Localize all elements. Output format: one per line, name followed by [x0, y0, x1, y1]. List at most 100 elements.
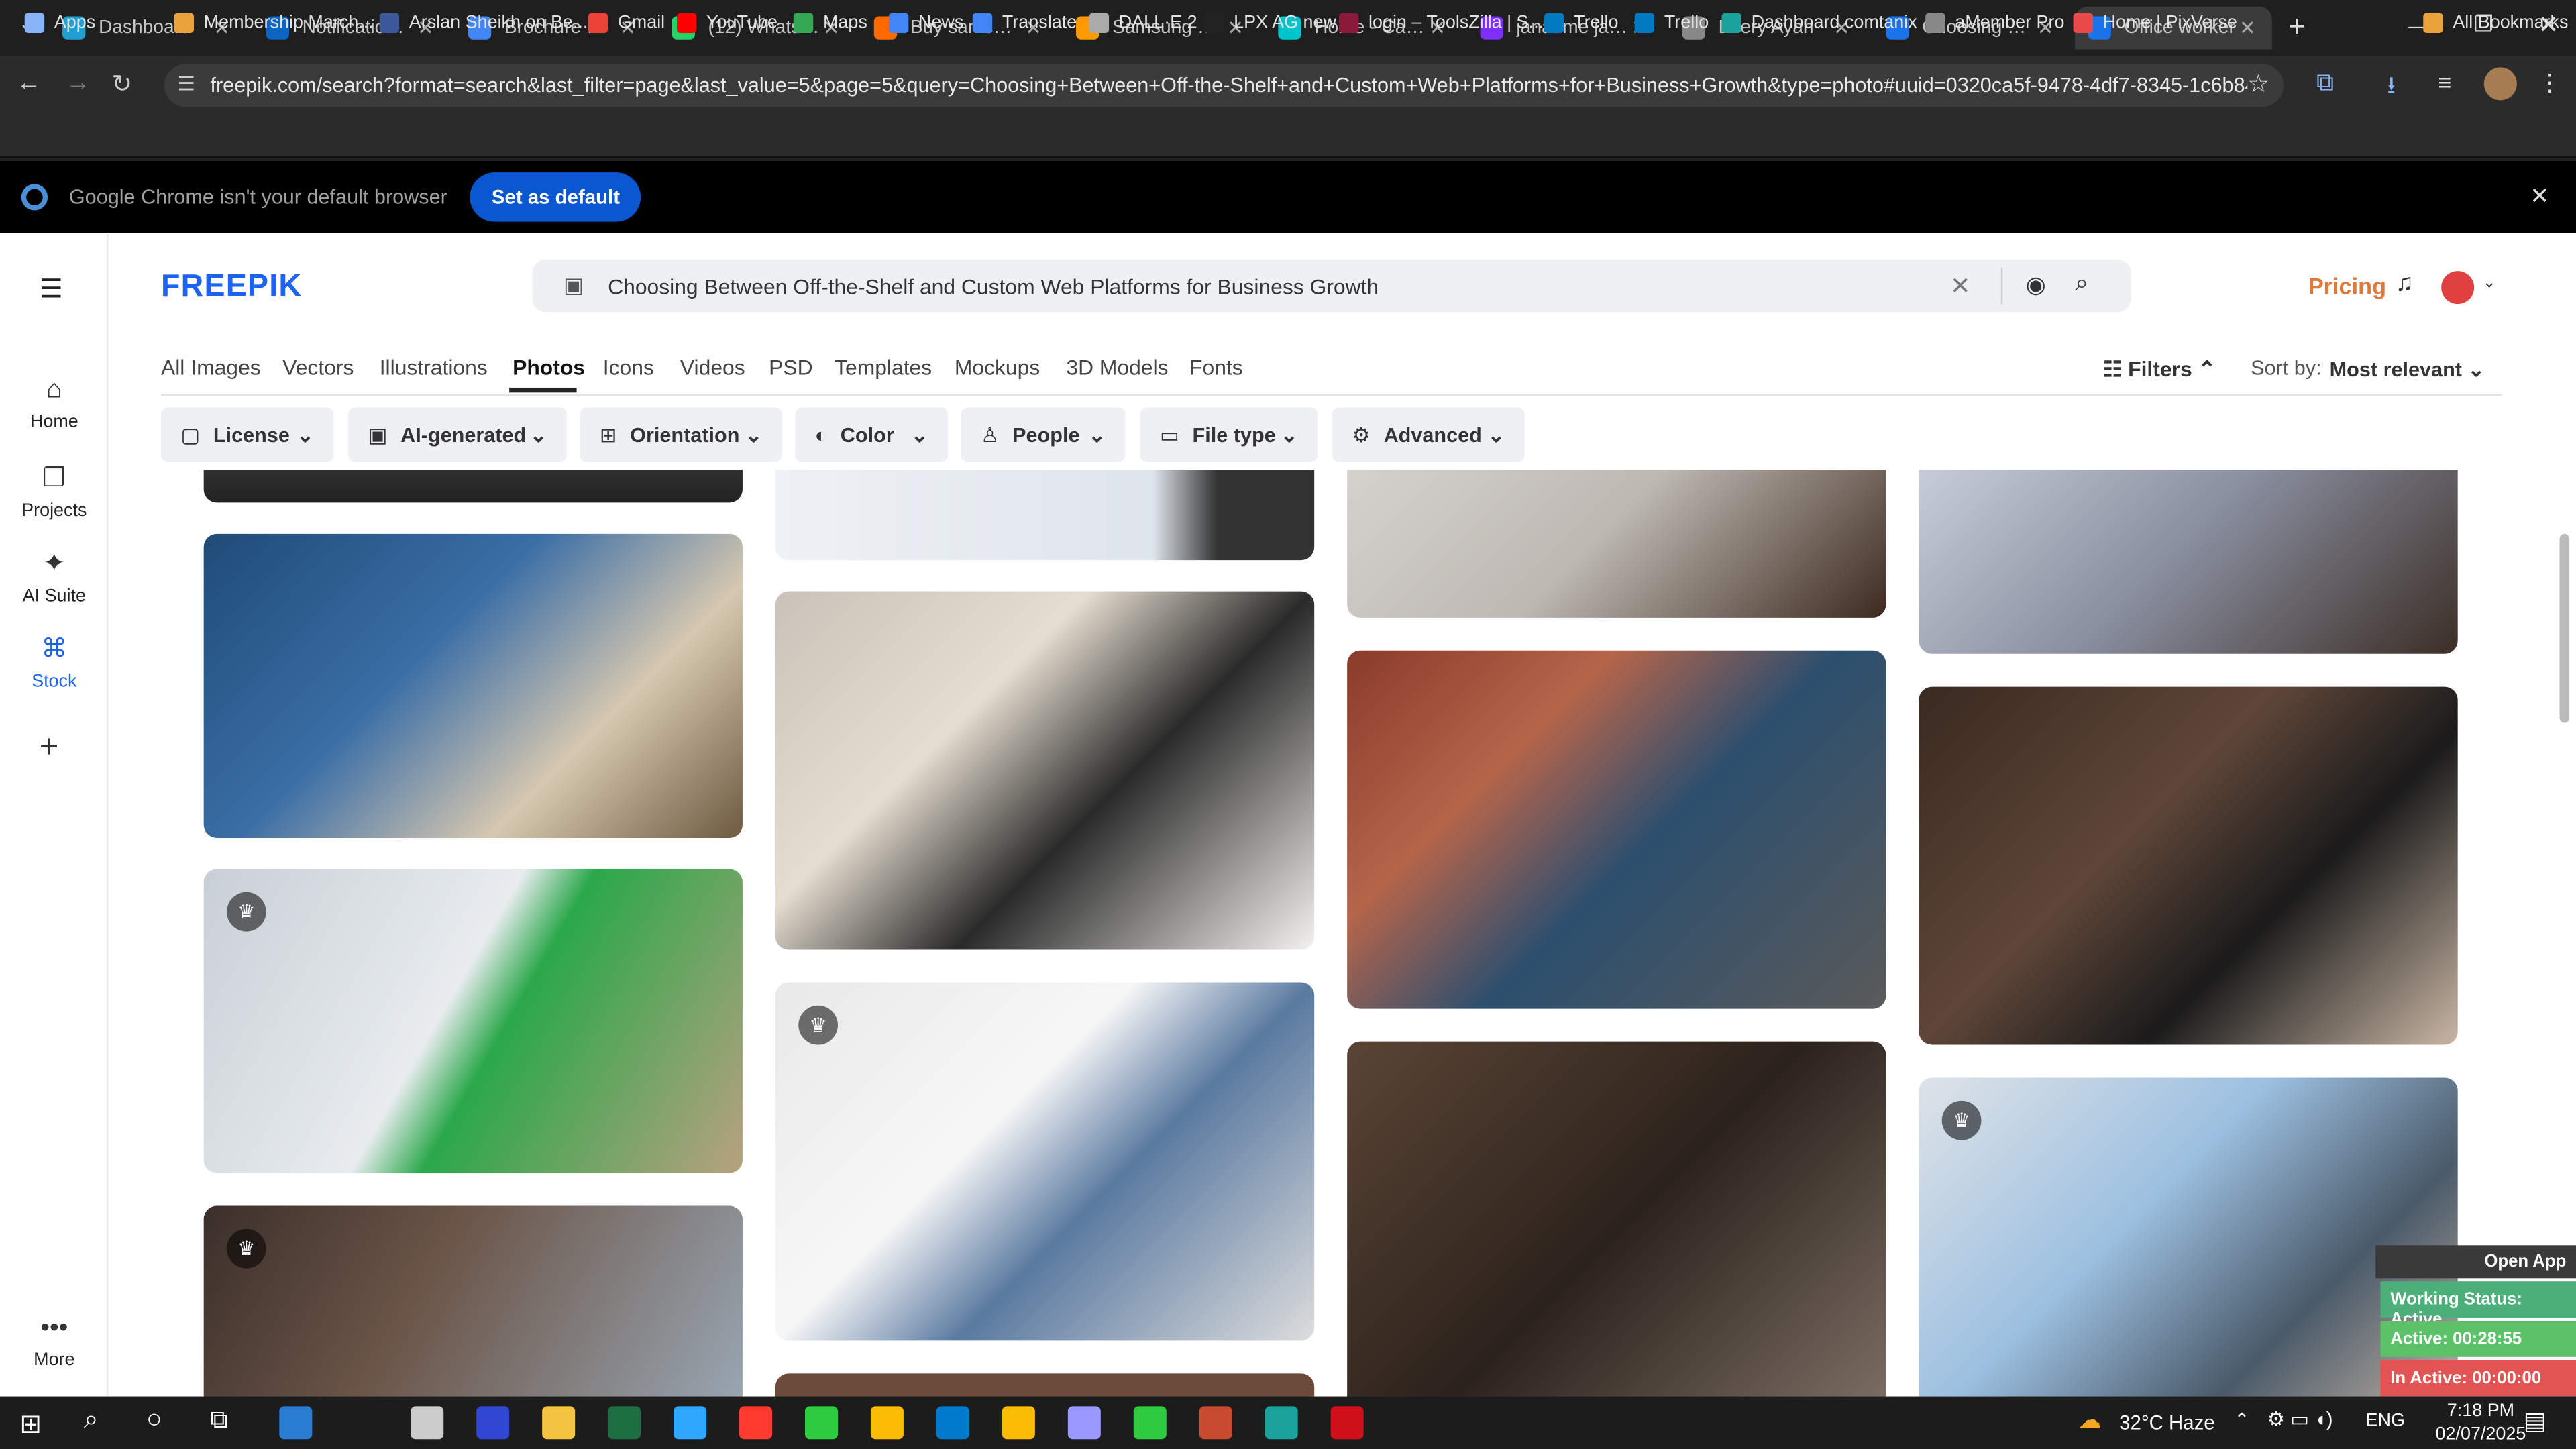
- nav-home[interactable]: ⌂ Home: [0, 376, 109, 432]
- nav-ai-suite[interactable]: ✦ AI Suite: [0, 547, 109, 606]
- pricing-link[interactable]: Pricing: [2308, 273, 2386, 299]
- taskbar-app-icon[interactable]: [1002, 1406, 1035, 1440]
- filter-dropdown[interactable]: ▣ AI-generated ⌄: [348, 407, 567, 462]
- taskbar-app-icon[interactable]: [411, 1406, 444, 1440]
- category-tab[interactable]: All Images: [161, 355, 261, 380]
- result-image[interactable]: ♛: [203, 869, 743, 1173]
- media-icon[interactable]: ≡: [2438, 69, 2451, 95]
- search-icon[interactable]: ⌕: [2075, 270, 2089, 298]
- taskbar-app-icon[interactable]: [1199, 1406, 1232, 1440]
- bookmark-item[interactable]: All Bookmarks: [2423, 10, 2568, 36]
- category-tab[interactable]: 3D Models: [1066, 355, 1168, 380]
- category-tab[interactable]: Illustrations: [380, 355, 488, 380]
- bookmark-item[interactable]: Membership March...: [174, 10, 374, 36]
- taskbar-search-icon[interactable]: ⌕: [84, 1406, 99, 1436]
- taskbar-app-icon[interactable]: [1265, 1406, 1298, 1440]
- category-tab[interactable]: Vectors: [282, 355, 354, 380]
- task-view-icon[interactable]: ⧉: [210, 1406, 227, 1434]
- clear-search-icon[interactable]: ✕: [1950, 271, 1971, 301]
- user-avatar[interactable]: [2441, 271, 2475, 305]
- result-image[interactable]: [203, 533, 743, 838]
- bookmark-item[interactable]: Trello: [1634, 10, 1709, 36]
- category-tab[interactable]: Fonts: [1189, 355, 1243, 380]
- tab-close-icon[interactable]: ✕: [2236, 16, 2259, 39]
- filter-dropdown[interactable]: ⊞ Orientation ⌄: [580, 407, 782, 462]
- site-info-icon[interactable]: ☰: [177, 72, 195, 95]
- filter-dropdown[interactable]: ▢ License ⌄: [161, 407, 334, 462]
- bookmark-item[interactable]: Translate: [972, 10, 1077, 36]
- freepik-logo[interactable]: FREEPIK: [161, 270, 302, 306]
- taskbar-app-icon[interactable]: [870, 1406, 904, 1440]
- result-image[interactable]: ♛: [775, 982, 1315, 1341]
- taskbar-app-icon[interactable]: [936, 1406, 969, 1440]
- notifications-bell-icon[interactable]: ♫: [2396, 270, 2414, 298]
- page-scrollbar-thumb[interactable]: [2559, 533, 2570, 723]
- infobar-close-icon[interactable]: ✕: [2530, 182, 2549, 211]
- bookmark-item[interactable]: LPX AG new: [1204, 10, 1336, 36]
- profile-avatar[interactable]: [2483, 67, 2517, 101]
- bookmark-item[interactable]: login – ToolsZilla | S...: [1338, 10, 1544, 36]
- bookmark-item[interactable]: aMember Pro: [1925, 10, 2064, 36]
- bookmark-item[interactable]: Gmail: [588, 10, 665, 36]
- bookmark-item[interactable]: Home | PixVerse: [2073, 10, 2237, 36]
- result-image[interactable]: [1347, 1041, 1886, 1397]
- back-icon[interactable]: ←: [16, 69, 41, 97]
- language-indicator[interactable]: ENG: [2366, 1411, 2405, 1431]
- bookmark-star-icon[interactable]: ☆: [2247, 69, 2269, 99]
- bookmark-item[interactable]: News: [888, 10, 963, 36]
- taskbar-app-icon[interactable]: [674, 1406, 707, 1440]
- tray-icons[interactable]: ⚙ ▭ ◖): [2267, 1408, 2333, 1431]
- result-image[interactable]: [775, 1373, 1315, 1397]
- category-tab[interactable]: Photos: [513, 355, 585, 380]
- category-tab[interactable]: PSD: [769, 355, 812, 380]
- filters-toggle[interactable]: ☷ Filters ⌃: [2103, 356, 2216, 382]
- bookmark-item[interactable]: DALL·E 2: [1089, 10, 1197, 36]
- filter-dropdown[interactable]: ▭ File type ⌄: [1140, 407, 1318, 462]
- result-image[interactable]: [1347, 470, 1886, 618]
- taskbar-app-icon[interactable]: [1330, 1406, 1364, 1440]
- add-icon[interactable]: +: [40, 729, 59, 767]
- result-image[interactable]: [203, 470, 743, 503]
- set-default-button[interactable]: Set as default: [470, 172, 641, 222]
- avatar-chevron-icon[interactable]: ⌄: [2482, 274, 2496, 292]
- nav-stock[interactable]: ⌘ Stock: [0, 633, 109, 692]
- open-app-button[interactable]: Open App: [2375, 1245, 2576, 1279]
- tray-chevron-icon[interactable]: ⌃: [2235, 1409, 2250, 1431]
- result-image[interactable]: [1919, 686, 2458, 1045]
- download-icon[interactable]: ⭳: [2387, 69, 2396, 110]
- taskbar-app-icon[interactable]: [805, 1406, 838, 1440]
- hamburger-icon[interactable]: ☰: [40, 273, 63, 306]
- taskbar-app-icon[interactable]: [608, 1406, 641, 1440]
- notification-center-icon[interactable]: ▤: [2524, 1406, 2547, 1436]
- taskbar-app-icon[interactable]: [476, 1406, 510, 1440]
- nav-projects[interactable]: ❐ Projects: [0, 462, 109, 521]
- nav-more[interactable]: ••• More: [0, 1314, 109, 1370]
- taskbar-app-icon[interactable]: [542, 1406, 576, 1440]
- bookmark-item[interactable]: Dashboard comtanix: [1721, 10, 1917, 36]
- bookmark-item[interactable]: Maps: [793, 10, 867, 36]
- address-bar[interactable]: freepik.com/search?format=search&last_fi…: [164, 64, 2284, 107]
- taskbar-app-icon[interactable]: [1133, 1406, 1167, 1440]
- camera-search-icon[interactable]: ◉: [2026, 271, 2046, 299]
- result-image[interactable]: [775, 470, 1315, 561]
- sort-dropdown[interactable]: Most relevant ⌄: [2330, 356, 2485, 381]
- filter-dropdown[interactable]: ♙ People ⌄: [961, 407, 1126, 462]
- filter-dropdown[interactable]: ⚙ Advanced ⌄: [1332, 407, 1525, 462]
- new-tab-button[interactable]: +: [2288, 10, 2318, 43]
- search-input[interactable]: Choosing Between Off-the-Shelf and Custo…: [608, 274, 1379, 299]
- bookmark-item[interactable]: Trello: [1544, 10, 1619, 36]
- result-image[interactable]: [1347, 650, 1886, 1009]
- clock-date[interactable]: 02/07/2025: [2433, 1424, 2528, 1444]
- category-tab[interactable]: Icons: [603, 355, 654, 380]
- bookmark-item[interactable]: YouTube: [676, 10, 777, 36]
- filter-dropdown[interactable]: ◐ Color ⌄: [795, 407, 949, 462]
- cortana-icon[interactable]: ○: [146, 1406, 162, 1436]
- category-tab[interactable]: Mockups: [955, 355, 1040, 380]
- extensions-icon[interactable]: ⧉: [2316, 69, 2334, 97]
- result-image[interactable]: [1919, 470, 2458, 654]
- windows-start-icon[interactable]: ⊞: [19, 1408, 42, 1441]
- taskbar-app-icon[interactable]: [1067, 1406, 1101, 1440]
- bookmark-item[interactable]: Apps: [24, 10, 95, 36]
- menu-icon[interactable]: ⋮: [2538, 69, 2561, 97]
- reload-icon[interactable]: ↻: [112, 69, 133, 99]
